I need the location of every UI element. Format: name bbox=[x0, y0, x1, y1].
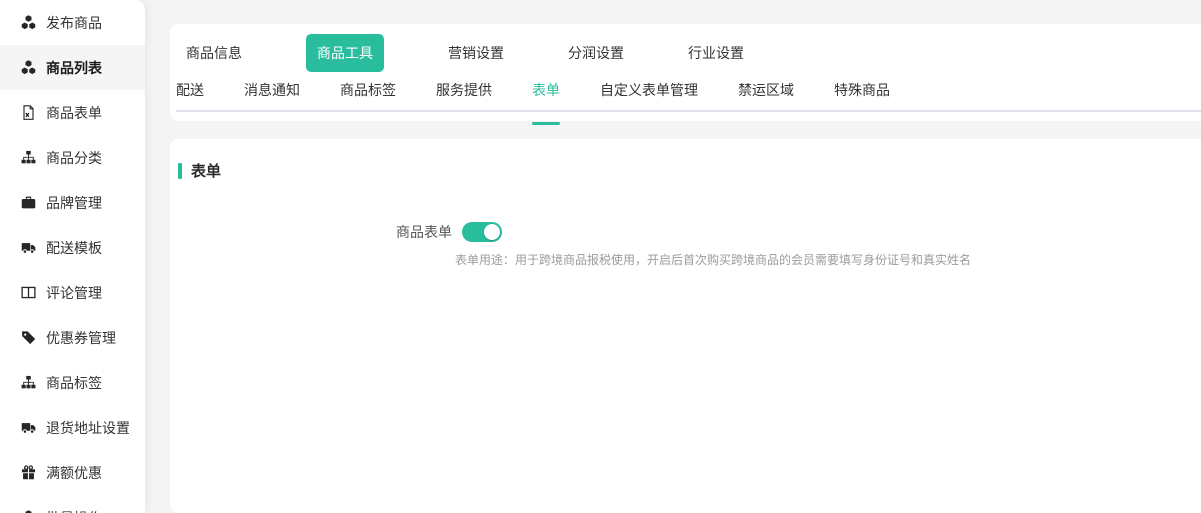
sidebar-item-label: 批量操作 bbox=[46, 508, 102, 513]
sidebar-item-label: 商品标签 bbox=[46, 373, 102, 393]
gift-icon bbox=[20, 465, 36, 481]
section-title: 表单 bbox=[170, 139, 1201, 181]
tag-icon bbox=[20, 330, 36, 346]
secondary-tab-1[interactable]: 消息通知 bbox=[244, 80, 300, 113]
product-form-row: 商品表单 bbox=[170, 222, 1201, 242]
sidebar-item-label: 退货地址设置 bbox=[46, 418, 130, 438]
sidebar-item-5[interactable]: 配送模板 bbox=[0, 225, 145, 270]
briefcase-icon bbox=[20, 195, 36, 211]
sidebar-item-9[interactable]: 退货地址设置 bbox=[0, 405, 145, 450]
sidebar-item-10[interactable]: 满额优惠 bbox=[0, 450, 145, 495]
sidebar-item-label: 配送模板 bbox=[46, 238, 102, 258]
primary-tab-4[interactable]: 行业设置 bbox=[688, 34, 744, 72]
secondary-tab-0[interactable]: 配送 bbox=[176, 80, 204, 113]
sidebar: 发布商品商品列表商品表单商品分类品牌管理配送模板评论管理优惠券管理商品标签退货地… bbox=[0, 0, 145, 513]
product-form-label: 商品表单 bbox=[170, 222, 452, 242]
product-form-help: 表单用途：用于跨境商品报税使用，开启后首次购买跨境商品的会员需要填写身份证号和真… bbox=[455, 253, 1201, 267]
sidebar-item-0[interactable]: 发布商品 bbox=[0, 0, 145, 45]
primary-tab-1[interactable]: 商品工具 bbox=[306, 34, 384, 72]
sidebar-item-6[interactable]: 评论管理 bbox=[0, 270, 145, 315]
cubes-icon bbox=[20, 510, 36, 513]
sidebar-nav: 发布商品商品列表商品表单商品分类品牌管理配送模板评论管理优惠券管理商品标签退货地… bbox=[0, 0, 145, 513]
sitemap-icon bbox=[20, 150, 36, 166]
tabs-underline-track bbox=[176, 110, 1201, 112]
secondary-tab-5[interactable]: 自定义表单管理 bbox=[600, 80, 698, 113]
sitemap-icon bbox=[20, 375, 36, 391]
sidebar-item-4[interactable]: 品牌管理 bbox=[0, 180, 145, 225]
secondary-tab-4[interactable]: 表单 bbox=[532, 80, 560, 113]
sidebar-item-label: 满额优惠 bbox=[46, 463, 102, 483]
primary-tab-3[interactable]: 分润设置 bbox=[568, 34, 624, 72]
section-title-text: 表单 bbox=[191, 160, 221, 181]
secondary-tab-7[interactable]: 特殊商品 bbox=[834, 80, 890, 113]
toggle-knob-icon bbox=[484, 224, 500, 240]
truck-icon bbox=[20, 240, 36, 256]
section-title-accent-bar bbox=[178, 163, 182, 179]
cubes-icon bbox=[20, 15, 36, 31]
sidebar-item-label: 评论管理 bbox=[46, 283, 102, 303]
sidebar-item-8[interactable]: 商品标签 bbox=[0, 360, 145, 405]
primary-tab-2[interactable]: 营销设置 bbox=[448, 34, 504, 72]
content-panel: 表单 商品表单 表单用途：用于跨境商品报税使用，开启后首次购买跨境商品的会员需要… bbox=[170, 139, 1201, 513]
sidebar-item-1[interactable]: 商品列表 bbox=[0, 45, 145, 90]
sidebar-item-11[interactable]: 批量操作 bbox=[0, 495, 145, 513]
cubes-icon bbox=[20, 60, 36, 76]
tabs-panel: 商品信息 商品工具 营销设置 分润设置 行业设置 配送 消息通知 商品标签 服务提供 表单 自定义… bbox=[170, 24, 1201, 121]
product-form-toggle[interactable] bbox=[462, 222, 502, 242]
sidebar-item-3[interactable]: 商品分类 bbox=[0, 135, 145, 180]
primary-tab-bar: 商品信息 商品工具 营销设置 分润设置 行业设置 bbox=[170, 24, 1201, 72]
secondary-tab-bar-wrap: 配送 消息通知 商品标签 服务提供 表单 自定义表单管理 禁运区域 特殊商品 bbox=[170, 80, 1201, 113]
secondary-tab-3[interactable]: 服务提供 bbox=[436, 80, 492, 113]
columns-icon bbox=[20, 285, 36, 301]
sidebar-item-2[interactable]: 商品表单 bbox=[0, 90, 145, 135]
sidebar-item-label: 商品列表 bbox=[46, 58, 102, 78]
secondary-tab-bar: 配送 消息通知 商品标签 服务提供 表单 自定义表单管理 禁运区域 特殊商品 bbox=[170, 80, 1201, 113]
sidebar-item-label: 商品表单 bbox=[46, 103, 102, 123]
sidebar-item-label: 品牌管理 bbox=[46, 193, 102, 213]
secondary-tab-6[interactable]: 禁运区域 bbox=[738, 80, 794, 113]
sidebar-item-label: 商品分类 bbox=[46, 148, 102, 168]
sidebar-item-label: 优惠券管理 bbox=[46, 328, 116, 348]
sidebar-item-label: 发布商品 bbox=[46, 13, 102, 33]
truck-icon bbox=[20, 420, 36, 436]
primary-tab-0[interactable]: 商品信息 bbox=[186, 34, 242, 72]
file-x-icon bbox=[20, 105, 36, 121]
secondary-tab-2[interactable]: 商品标签 bbox=[340, 80, 396, 113]
sidebar-item-7[interactable]: 优惠券管理 bbox=[0, 315, 145, 360]
